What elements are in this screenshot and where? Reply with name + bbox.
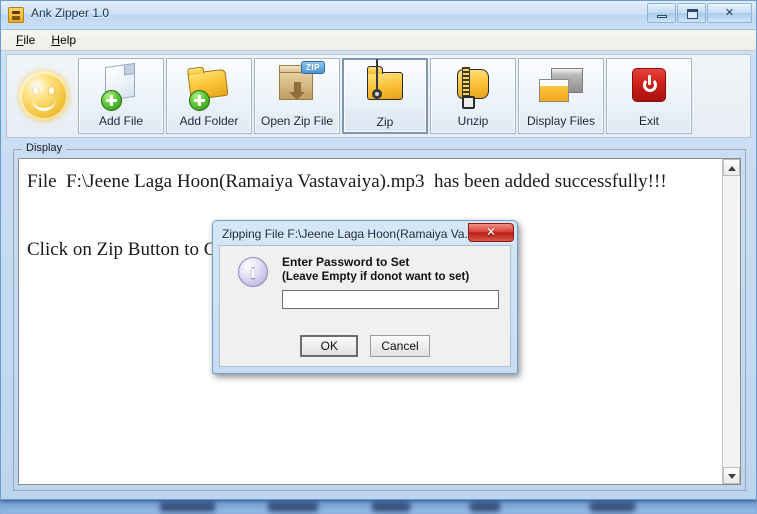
title-bar: Ank Zipper 1.0 ✕	[1, 1, 756, 30]
unzip-label: Unzip	[457, 114, 489, 128]
main-window: Ank Zipper 1.0 ✕ File Help Add File Add …	[0, 0, 757, 500]
dialog-body: i Enter Password to Set (Leave Empty if …	[219, 245, 511, 367]
password-input[interactable]	[282, 290, 499, 309]
add-file-label: Add File	[98, 114, 144, 128]
dialog-title-bar: Zipping File F:\Jeene Laga Hoon(Ramaiya …	[216, 223, 514, 246]
scroll-down-arrow-icon[interactable]	[723, 467, 740, 484]
scroll-up-arrow-icon[interactable]	[723, 159, 740, 176]
cancel-button[interactable]: Cancel	[370, 335, 430, 357]
display-group-label: Display	[22, 142, 67, 154]
zip-folder-icon	[355, 59, 415, 114]
window-controls: ✕	[647, 3, 752, 23]
dialog-button-row: OK Cancel	[220, 335, 510, 357]
toolbar: Add File Add Folder ZIP Open Zip File Zi…	[6, 54, 751, 138]
close-icon: ✕	[724, 7, 735, 19]
window-title: Ank Zipper 1.0	[31, 6, 110, 20]
add-folder-label: Add Folder	[179, 114, 239, 128]
add-file-button[interactable]: Add File	[78, 58, 164, 134]
app-zipper-icon	[8, 7, 24, 23]
password-dialog: Zipping File F:\Jeene Laga Hoon(Ramaiya …	[212, 220, 518, 374]
dialog-close-button[interactable]: ✕	[468, 223, 514, 242]
power-off-icon	[619, 63, 679, 113]
exit-label: Exit	[638, 114, 659, 128]
add-folder-button[interactable]: Add Folder	[166, 58, 252, 134]
open-zip-file-button[interactable]: ZIP Open Zip File	[254, 58, 340, 134]
close-button[interactable]: ✕	[707, 3, 752, 23]
unzip-button[interactable]: Unzip	[430, 58, 516, 134]
display-files-label: Display Files	[526, 114, 595, 128]
menu-bar: File Help	[1, 30, 756, 51]
zip-tag-label: ZIP	[301, 61, 325, 74]
display-files-icon	[531, 63, 591, 113]
menu-item-help[interactable]: Help	[44, 31, 85, 49]
dialog-message-secondary: (Leave Empty if donot want to set)	[282, 271, 470, 283]
zip-label: Zip	[376, 115, 394, 129]
unzip-bag-icon	[443, 63, 503, 113]
exit-button[interactable]: Exit	[606, 58, 692, 134]
menu-item-file[interactable]: File	[9, 31, 44, 49]
open-zip-box-icon: ZIP	[267, 61, 327, 113]
add-folder-icon	[179, 63, 239, 113]
open-zip-file-label: Open Zip File	[260, 114, 334, 128]
dialog-title: Zipping File F:\Jeene Laga Hoon(Ramaiya …	[222, 227, 475, 241]
add-file-icon	[91, 62, 151, 113]
minimize-icon	[657, 15, 667, 18]
smiley-face-logo	[19, 71, 69, 121]
display-files-button[interactable]: Display Files	[518, 58, 604, 134]
display-scrollbar[interactable]	[722, 159, 740, 484]
screen: Ank Zipper 1.0 ✕ File Help Add File Add …	[0, 0, 757, 514]
dialog-message-primary: Enter Password to Set	[282, 255, 410, 269]
zip-button[interactable]: Zip	[342, 58, 428, 134]
info-icon-glyph: i	[250, 262, 256, 283]
info-icon: i	[238, 257, 268, 287]
minimize-button[interactable]	[647, 3, 676, 23]
maximize-button[interactable]	[677, 3, 706, 23]
maximize-icon	[687, 9, 698, 19]
ok-button[interactable]: OK	[300, 335, 359, 357]
